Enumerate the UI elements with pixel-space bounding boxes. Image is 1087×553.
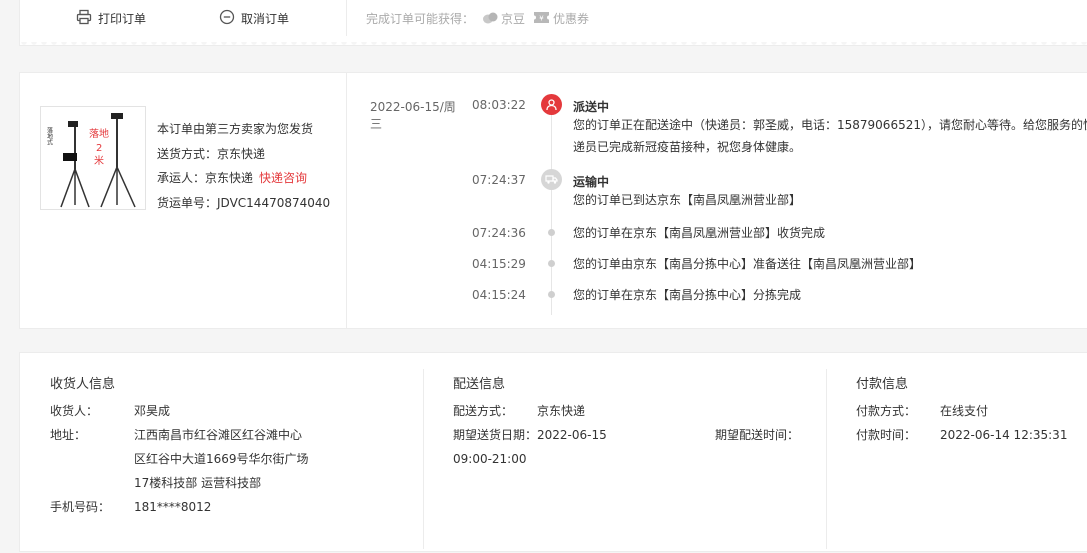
seller-note: 本订单由第三方卖家为您发货 (157, 122, 314, 136)
expected-date: 2022-06-15 (537, 428, 607, 442)
divider (346, 0, 347, 36)
payment-section: 付款信息 付款方式： 在线支付 付款时间： 2022-06-14 12:35:3… (826, 353, 1087, 553)
timeline-date: 2022-06-15/周三 (370, 100, 456, 131)
thumb-side-text: 落地式 (46, 126, 53, 145)
coupon-label: 优惠券 (553, 12, 590, 26)
waybill-label: 货运单号： (157, 195, 218, 210)
order-actions-bar: 打印订单 取消订单 完成订单可能获得： 京豆 ¥ 优惠券 (19, 0, 1087, 46)
courier-icon (541, 94, 562, 115)
timeline-message: 您的订单在京东【南昌分拣中心】分拣完成 (573, 288, 802, 302)
coupon-icon: ¥ (533, 11, 550, 27)
delivery-title: 配送信息 (453, 377, 506, 392)
timeline-message: 您的订单在京东【南昌凤凰洲营业部】收货完成 (573, 226, 826, 240)
timeline-rail (551, 115, 552, 315)
receiver-phone-label: 手机号码： (50, 500, 111, 514)
delivery-method-label: 配送方式： (453, 404, 514, 418)
thumb-text-3: 米 (94, 154, 104, 167)
tracking-timeline: 2022-06-15/周三 08:03:22 派送中 您的订单正在配送途中（快递… (370, 93, 1087, 323)
minus-circle-icon (219, 9, 235, 28)
carrier-row: 承运人：京东快递 快递咨询 (157, 166, 330, 191)
expected-time-label: 期望配送时间： (715, 428, 800, 442)
print-order-label: 打印订单 (98, 12, 147, 26)
receiver-name-label: 收货人： (50, 404, 99, 418)
receiver-address-line2: 区红谷中大道1669号华尔街广场 (134, 452, 309, 466)
printer-icon (76, 9, 92, 28)
time-window: 09:00-21:00 (453, 452, 527, 466)
thumb-text-2: 2 (96, 143, 102, 154)
expected-date-label: 期望送货日期： (453, 428, 538, 442)
timeline-message: 您的订单已到达京东【南昌凤凰洲营业部】 (573, 193, 802, 207)
timeline-dot (548, 260, 555, 267)
delivery-method-label: 送货方式： (157, 146, 218, 161)
cancel-order-label: 取消订单 (241, 12, 290, 26)
jingdou-label: 京豆 (501, 12, 526, 26)
payment-method: 在线支付 (940, 404, 989, 418)
receiver-title: 收货人信息 (50, 377, 116, 392)
jingdou-icon (482, 11, 498, 27)
delivery-method-row: 送货方式：京东快递 (157, 142, 330, 167)
timeline-dot (548, 229, 555, 236)
timeline-time: 08:03:22 (472, 98, 526, 112)
perforated-edge (19, 42, 1087, 50)
payment-time: 2022-06-14 12:35:31 (940, 428, 1068, 442)
product-thumbnail[interactable]: 落地式 落地 2 米 (40, 106, 146, 210)
payment-time-label: 付款时间： (856, 428, 917, 442)
truck-icon (541, 169, 562, 190)
thumb-text-1: 落地 (89, 127, 109, 140)
receiver-phone: 181****8012 (134, 500, 212, 514)
timeline-message: 您的订单正在配送途中（快递员：郭圣威，电话：15879066521），请您耐心等… (573, 118, 1087, 154)
carrier-label: 承运人： (157, 171, 206, 185)
order-info-card: 收货人信息 收货人： 邓昊成 地址： 江西南昌市红谷滩区红谷滩中心 区红谷中大道… (19, 352, 1087, 552)
jingdou-reward: 京豆 (482, 10, 525, 27)
timeline-time: 04:15:24 (472, 288, 526, 302)
receiver-address-line3: 17楼科技部 运营科技部 (134, 476, 262, 490)
carrier-inquiry-link[interactable]: 快递咨询 (259, 171, 307, 185)
waybill-value: JDVC14470874040 (217, 195, 331, 210)
divider (346, 73, 347, 328)
carrier-value: 京东快递 (205, 171, 254, 185)
payment-title: 付款信息 (856, 377, 909, 392)
payment-method-label: 付款方式： (856, 404, 917, 418)
timeline-status: 派送中 (573, 100, 610, 114)
receiver-section: 收货人信息 收货人： 邓昊成 地址： 江西南昌市红谷滩区红谷滩中心 区红谷中大道… (20, 353, 423, 553)
receiver-address-label: 地址： (50, 428, 87, 442)
coupon-reward: ¥ 优惠券 (533, 10, 589, 27)
svg-text:¥: ¥ (539, 14, 544, 22)
timeline-time: 04:15:29 (472, 257, 526, 271)
bonus-label: 完成订单可能获得： (366, 12, 475, 26)
receiver-address-line1: 江西南昌市红谷滩区红谷滩中心 (134, 428, 303, 442)
timeline-status: 运输中 (573, 175, 610, 189)
delivery-section: 配送信息 配送方式： 京东快递 期望送货日期： 2022-06-15 期望配送时… (423, 353, 826, 553)
waybill-row: 货运单号：JDVC14470874040 (157, 191, 330, 216)
shipment-info: 本订单由第三方卖家为您发货 送货方式：京东快递 承运人：京东快递 快递咨询 货运单… (157, 117, 330, 215)
cancel-order-button[interactable]: 取消订单 (219, 9, 289, 28)
order-bonus-info: 完成订单可能获得： 京豆 ¥ 优惠券 (366, 10, 589, 27)
timeline-message: 您的订单由京东【南昌分拣中心】准备送往【南昌凤凰洲营业部】 (573, 257, 922, 271)
logistics-card: 落地式 落地 2 米 本订单由第三方卖家为您发货 送货方式：京东快递 承运人：京… (19, 72, 1087, 329)
delivery-method: 京东快递 (537, 404, 586, 418)
receiver-name: 邓昊成 (134, 404, 171, 418)
print-order-button[interactable]: 打印订单 (76, 9, 146, 28)
timeline-dot (548, 291, 555, 298)
timeline-time: 07:24:37 (472, 173, 526, 187)
timeline-time: 07:24:36 (472, 226, 526, 240)
delivery-method-value: 京东快递 (217, 146, 266, 161)
